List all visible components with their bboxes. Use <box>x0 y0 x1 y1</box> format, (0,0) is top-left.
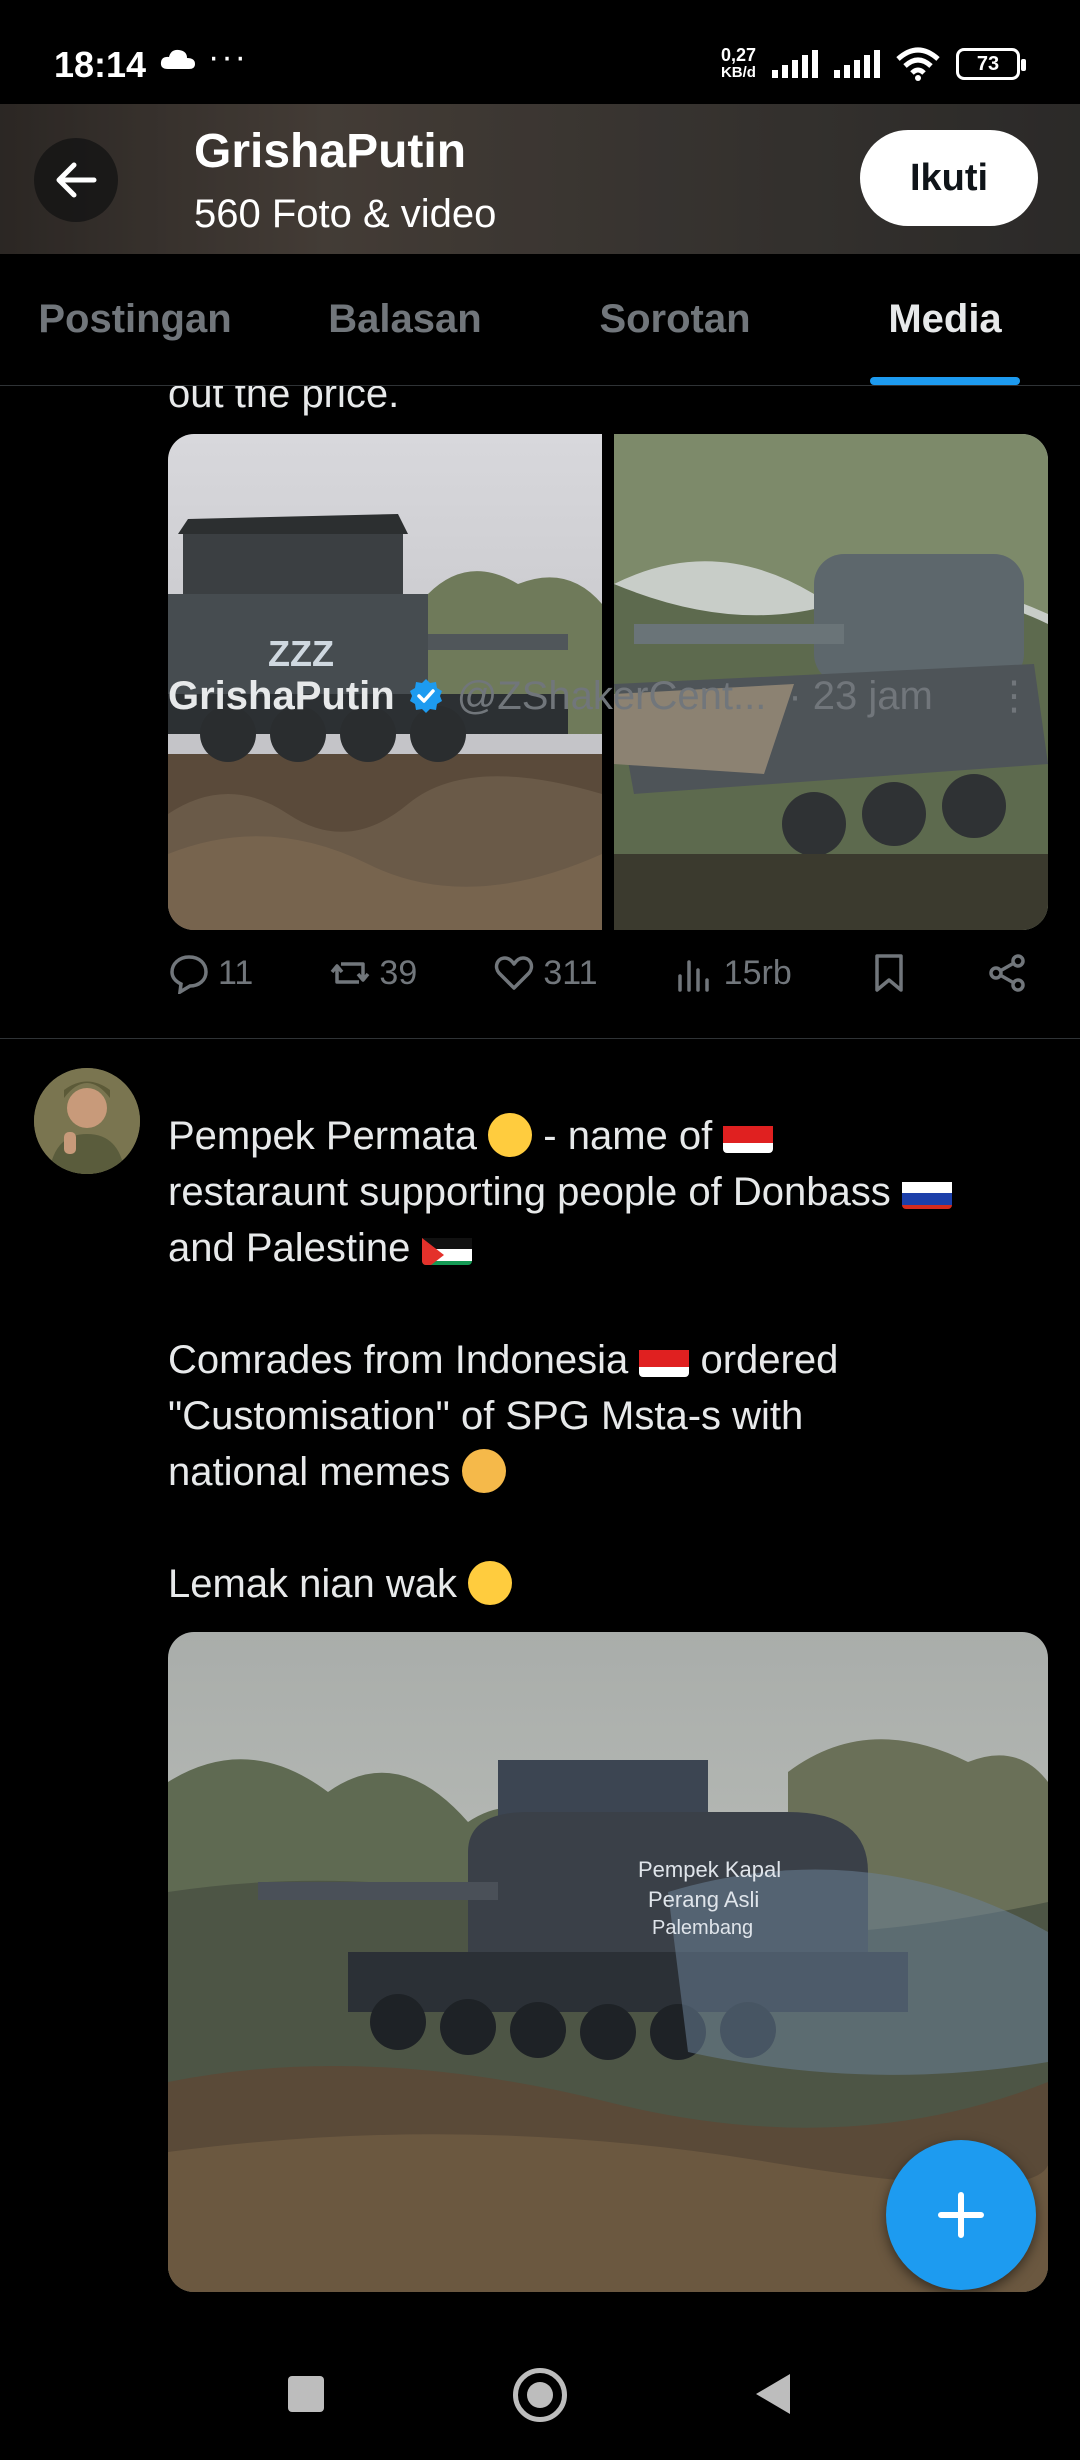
signal-icon-1 <box>772 50 818 78</box>
compose-button[interactable] <box>886 2140 1036 2290</box>
indonesia-flag-icon <box>723 1119 774 1153</box>
post-timestamp[interactable]: · 23 jam <box>788 674 933 719</box>
tank-caption-line-2: Perang Asli <box>648 1887 759 1912</box>
reply-button[interactable]: 11 <box>168 952 253 994</box>
repost-button[interactable]: 39 <box>329 952 417 994</box>
cloud-icon <box>160 49 195 69</box>
post-actions: 11 39 311 15rb <box>168 952 1028 994</box>
reply-icon <box>170 955 208 994</box>
tank-caption-line-1: Pempek Kapal <box>638 1857 781 1882</box>
repost-icon <box>331 962 370 984</box>
network-speed: 0,27 KB/d <box>720 45 756 81</box>
signal-icon-2 <box>834 50 880 78</box>
media-feed[interactable]: out the price. ZZZ 11 39 311 15rb Grisha… <box>0 386 1080 2332</box>
heart-icon <box>495 956 534 990</box>
heart-eyes-cat-emoji-icon <box>461 1449 506 1493</box>
views-button[interactable]: 15rb <box>674 952 792 994</box>
like-button[interactable]: 311 <box>493 952 598 994</box>
back-button[interactable] <box>34 138 118 222</box>
share-button[interactable] <box>986 952 1028 994</box>
home-button[interactable] <box>513 2368 567 2422</box>
post-author-name[interactable]: GrishaPutin <box>168 674 395 719</box>
bookmark-icon <box>875 954 903 992</box>
indonesia-flag-icon <box>639 1343 690 1377</box>
more-notifications-icon: ··· <box>208 38 248 76</box>
yum-emoji-icon <box>468 1561 513 1605</box>
tab-posts[interactable]: Postingan <box>0 254 270 385</box>
media-count: 560 Foto & video <box>194 192 497 236</box>
post-body: Pempek Permata - name of restaraunt supp… <box>168 1108 1048 1668</box>
follow-button[interactable]: Ikuti <box>860 130 1038 226</box>
post-author-handle[interactable]: @ZShakerCent... <box>457 674 767 719</box>
status-bar: 18:14 ··· 0,27 KB/d 73 <box>0 0 1080 104</box>
russia-flag-icon <box>901 1175 952 1209</box>
share-icon <box>989 954 1025 992</box>
arrow-left-icon <box>56 162 97 198</box>
post-header: GrishaPutin @ZShakerCent... · 23 jam ⋮ <box>168 668 1048 724</box>
recents-button[interactable] <box>288 2376 324 2412</box>
tab-media[interactable]: Media <box>810 254 1080 385</box>
profile-header: GrishaPutin 560 Foto & video Ikuti <box>0 104 1080 254</box>
post-divider <box>0 1038 1080 1039</box>
verified-badge-icon <box>409 679 442 713</box>
tab-replies[interactable]: Balasan <box>270 254 540 385</box>
bookmark-button[interactable] <box>868 952 910 994</box>
tank-caption-line-3: Palembang <box>652 1917 753 1939</box>
profile-name: GrishaPutin <box>194 125 467 178</box>
palestine-flag-icon <box>421 1231 472 1265</box>
avatar[interactable] <box>34 1068 140 1174</box>
bar-chart-icon <box>677 960 709 992</box>
system-back-button[interactable] <box>756 2374 790 2414</box>
yum-emoji-icon <box>488 1113 533 1157</box>
post-text-tail: out the price. <box>168 386 400 416</box>
system-nav-bar <box>0 2332 1080 2460</box>
tab-highlights[interactable]: Sorotan <box>540 254 810 385</box>
battery-icon: 73 <box>956 48 1026 80</box>
wifi-icon <box>896 47 940 81</box>
more-options-icon[interactable]: ⋮ <box>994 673 1034 719</box>
status-time: 18:14 <box>54 44 147 85</box>
profile-tabs: Postingan Balasan Sorotan Media <box>0 254 1080 386</box>
plus-icon <box>938 2192 984 2238</box>
